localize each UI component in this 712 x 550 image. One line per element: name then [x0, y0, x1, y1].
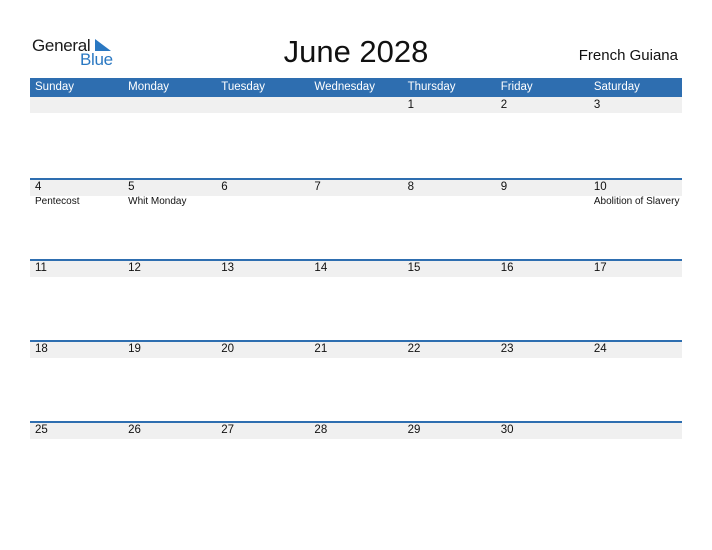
day-number-band	[309, 97, 403, 113]
day-number: 21	[314, 343, 328, 355]
day-number: 15	[407, 262, 421, 274]
day-number: 16	[500, 262, 514, 274]
day-cell: 30	[495, 421, 589, 502]
day-number: 28	[314, 424, 328, 436]
day-number: 27	[221, 424, 235, 436]
holiday-label: Abolition of Slavery	[593, 196, 680, 207]
day-cell: 26	[123, 421, 217, 502]
day-cell: 12	[123, 259, 217, 340]
day-cell: 3	[588, 97, 682, 178]
day-cell: 19	[123, 340, 217, 421]
holiday-label: Pentecost	[35, 196, 80, 207]
day-number: 12	[128, 262, 141, 274]
week-row: 4 Pentecost 5 Whit Monday 6 7 8 9 10 Abolition of…	[30, 178, 682, 259]
day-number-band	[216, 97, 310, 113]
day-cell: 5 Whit Monday	[123, 178, 217, 259]
day-cell: 8	[402, 178, 496, 259]
day-cell	[309, 97, 403, 178]
weekday-sunday: Sunday	[35, 81, 75, 93]
day-number: 22	[407, 343, 421, 355]
day-cell: 10 Abolition of Slavery	[588, 178, 682, 259]
day-cell: 14	[309, 259, 403, 340]
day-cell: 20	[216, 340, 310, 421]
day-cell: 17	[588, 259, 682, 340]
day-cell: 18	[30, 340, 124, 421]
day-cell: 23	[495, 340, 589, 421]
day-number: 26	[128, 424, 141, 436]
day-cell: 21	[309, 340, 403, 421]
day-cell: 22	[402, 340, 496, 421]
day-number: 18	[35, 343, 48, 355]
day-number-band	[402, 178, 496, 196]
day-cell: 16	[495, 259, 589, 340]
day-cell: 25	[30, 421, 124, 502]
week-row: 1 2 3	[30, 97, 682, 178]
day-number-band	[30, 97, 124, 113]
day-number: 6	[221, 181, 228, 193]
day-number-band	[588, 97, 682, 113]
holiday-label: Whit Monday	[128, 196, 187, 207]
day-number: 7	[314, 181, 321, 193]
day-number: 2	[500, 99, 508, 111]
day-cell: 28	[309, 421, 403, 502]
day-number-band	[123, 97, 217, 113]
day-number: 5	[128, 181, 135, 193]
day-cell	[588, 421, 682, 502]
day-number-band	[402, 97, 496, 113]
day-cell	[123, 97, 217, 178]
day-number: 23	[500, 343, 514, 355]
day-cell	[30, 97, 124, 178]
day-number-band	[588, 421, 682, 439]
day-number: 13	[221, 262, 235, 274]
day-number-band	[216, 178, 310, 196]
day-cell: 29	[402, 421, 496, 502]
day-number: 3	[593, 99, 601, 111]
day-cell: 27	[216, 421, 310, 502]
day-number: 10	[593, 181, 607, 193]
day-number-band	[30, 178, 124, 196]
day-cell: 6	[216, 178, 310, 259]
day-number-band	[495, 97, 589, 113]
day-number: 24	[593, 343, 607, 355]
weekday-monday: Monday	[128, 81, 170, 93]
day-cell: 24	[588, 340, 682, 421]
day-cell: 4 Pentecost	[30, 178, 124, 259]
weekday-friday: Friday	[500, 81, 533, 93]
day-number: 29	[407, 424, 421, 436]
day-number: 19	[128, 343, 141, 355]
day-number: 11	[35, 262, 47, 274]
day-number: 9	[500, 181, 508, 193]
weekday-tuesday: Tuesday	[221, 81, 265, 93]
country-label: French Guiana	[578, 47, 678, 64]
weekday-wednesday: Wednesday	[314, 81, 375, 93]
weekday-thursday: Thursday	[407, 81, 456, 93]
day-number: 8	[407, 181, 414, 193]
calendar-grid: Sunday Monday Tuesday Wednesday Thursday…	[30, 78, 682, 502]
day-cell: 13	[216, 259, 310, 340]
day-cell: 11	[30, 259, 124, 340]
day-cell: 2	[495, 97, 589, 178]
day-cell: 1	[402, 97, 496, 178]
day-number-band	[123, 178, 217, 196]
weekday-saturday: Saturday	[593, 81, 640, 93]
day-number: 4	[35, 181, 42, 193]
week-row: 11 12 13 14 15 16 17	[30, 259, 682, 340]
weekday-header: Sunday Monday Tuesday Wednesday Thursday…	[30, 78, 682, 97]
day-number: 25	[35, 424, 48, 436]
day-number: 14	[314, 262, 328, 274]
day-cell: 7	[309, 178, 403, 259]
day-number-band	[495, 178, 589, 196]
day-number: 30	[500, 424, 514, 436]
week-row: 18 19 20 21 22 23 24	[30, 340, 682, 421]
day-cell: 15	[402, 259, 496, 340]
week-row: 25 26 27 28 29 30	[30, 421, 682, 502]
day-number: 20	[221, 343, 235, 355]
day-number: 17	[593, 262, 607, 274]
day-number-band	[309, 178, 403, 196]
day-cell	[216, 97, 310, 178]
day-number: 1	[407, 99, 414, 111]
day-cell: 9	[495, 178, 589, 259]
